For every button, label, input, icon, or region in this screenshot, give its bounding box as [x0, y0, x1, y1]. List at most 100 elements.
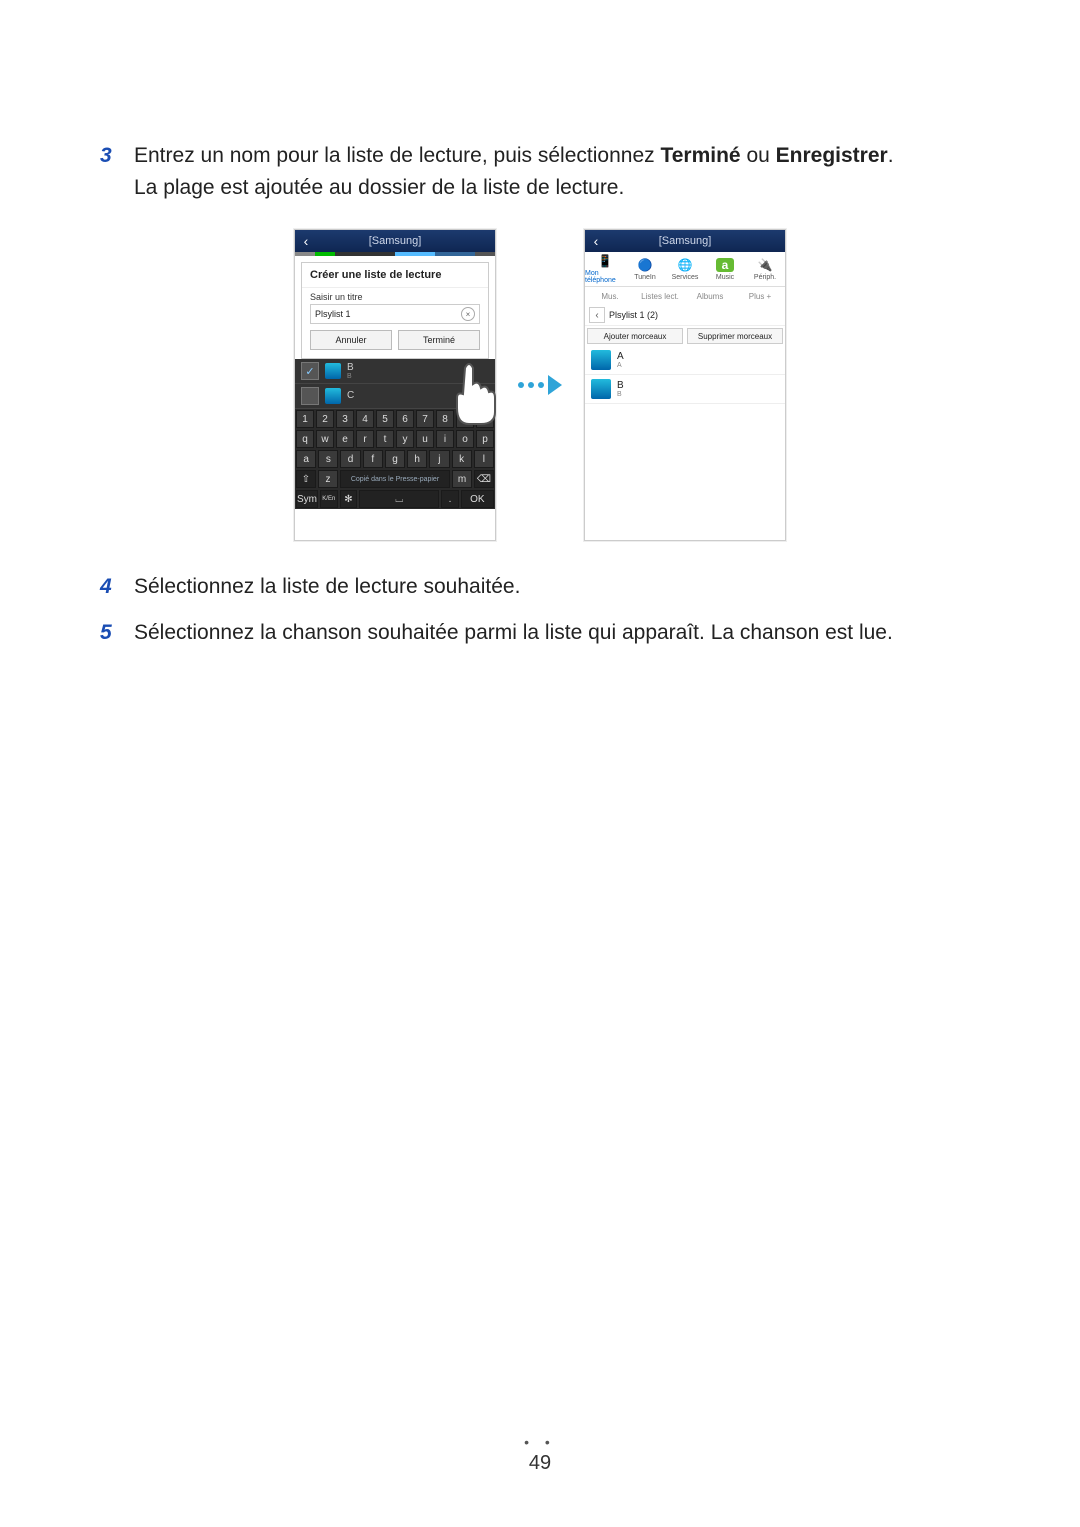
source-row: 📱 Mon téléphone 🔵 TuneIn 🌐 Services aMusic 🔌 Pér…: [585, 252, 785, 287]
source-p-riph-[interactable]: 🔌 Périph.: [745, 252, 785, 286]
step-3: 3 Entrez un nom pour la liste de lecture…: [100, 140, 980, 203]
key-i[interactable]: i: [436, 430, 454, 448]
input-value: Plsylist 1: [315, 309, 351, 319]
phone-right: ‹ [Samsung] 📱 Mon téléphone 🔵 TuneIn 🌐 Servic…: [584, 229, 786, 541]
source-music[interactable]: aMusic: [705, 252, 745, 286]
key-1[interactable]: 1: [296, 410, 314, 428]
flow-arrow-icon: [518, 375, 562, 395]
clipboard-toast: Copié dans le Presse-papier: [340, 470, 450, 488]
tabs-row: Mus.Listes lect.AlbumsPlus +: [585, 287, 785, 305]
key-s[interactable]: s: [318, 450, 338, 468]
clear-input-icon[interactable]: ×: [461, 307, 475, 321]
key-l[interactable]: l: [474, 450, 494, 468]
lang-key[interactable]: K/En: [320, 490, 338, 508]
key-t[interactable]: t: [376, 430, 394, 448]
checkbox-icon[interactable]: ✓: [301, 362, 319, 380]
key-z[interactable]: z: [318, 470, 338, 488]
source-label: Mon téléphone: [585, 270, 625, 284]
key-f[interactable]: f: [363, 450, 383, 468]
key-a[interactable]: a: [296, 450, 316, 468]
key-h[interactable]: h: [407, 450, 427, 468]
key-e[interactable]: e: [336, 430, 354, 448]
key-g[interactable]: g: [385, 450, 405, 468]
titlebar-right: ‹ [Samsung]: [585, 230, 785, 252]
key-y[interactable]: y: [396, 430, 414, 448]
space-key[interactable]: ⌴: [359, 490, 439, 508]
ok-key[interactable]: OK: [461, 490, 494, 508]
backspace-key[interactable]: ⌫: [474, 470, 494, 488]
key-0[interactable]: 0: [476, 410, 494, 428]
key-j[interactable]: j: [429, 450, 449, 468]
source-mon-t-l-phone[interactable]: 📱 Mon téléphone: [585, 252, 625, 286]
step-number: 5: [100, 617, 134, 649]
key-m[interactable]: m: [452, 470, 472, 488]
track-title: C: [347, 390, 354, 401]
key-7[interactable]: 7: [416, 410, 434, 428]
list-item: C: [295, 384, 495, 409]
remove-tracks-button[interactable]: Supprimer morceaux: [687, 328, 783, 344]
key-5[interactable]: 5: [376, 410, 394, 428]
key-8[interactable]: 8: [436, 410, 454, 428]
footer-dots-icon: • •: [0, 1434, 1080, 1450]
source-label: Périph.: [754, 274, 776, 281]
song-title: B: [617, 380, 624, 391]
key-w[interactable]: w: [316, 430, 334, 448]
cancel-button[interactable]: Annuler: [310, 330, 392, 350]
key-6[interactable]: 6: [396, 410, 414, 428]
playlist-name-input[interactable]: Plsylist 1 ×: [310, 304, 480, 324]
step3-or: ou: [741, 144, 776, 167]
source-label: TuneIn: [634, 274, 656, 281]
step-4: 4 Sélectionnez la liste de lecture souha…: [100, 571, 980, 603]
settings-key[interactable]: ✻: [340, 490, 358, 508]
source-icon: 📱: [596, 254, 614, 268]
crumb-back-icon[interactable]: ‹: [589, 307, 605, 323]
album-thumb-icon: [325, 363, 341, 379]
key-u[interactable]: u: [416, 430, 434, 448]
dot-key[interactable]: .: [441, 490, 459, 508]
done-button[interactable]: Terminé: [398, 330, 480, 350]
shift-key[interactable]: ⇧: [296, 470, 316, 488]
key-k[interactable]: k: [452, 450, 472, 468]
source-tunein[interactable]: 🔵 TuneIn: [625, 252, 665, 286]
tab-plus-[interactable]: Plus +: [735, 287, 785, 305]
tab-albums[interactable]: Albums: [685, 287, 735, 305]
key-4[interactable]: 4: [356, 410, 374, 428]
step-text: Sélectionnez la liste de lecture souhait…: [134, 571, 980, 603]
screenshots-row: ‹ [Samsung] Créer une liste de lecture S…: [100, 229, 980, 541]
key-r[interactable]: r: [356, 430, 374, 448]
source-icon: 🔵: [636, 258, 654, 272]
keyboard[interactable]: 1234567890 qwertyuiop asdfghjkl ⇧ z Copi…: [295, 409, 495, 509]
source-services[interactable]: 🌐 Services: [665, 252, 705, 286]
checkbox-icon[interactable]: [301, 387, 319, 405]
sym-key[interactable]: Sym: [296, 490, 318, 508]
tab-mus-[interactable]: Mus.: [585, 287, 635, 305]
create-playlist-modal: Créer une liste de lecture Saisir un tit…: [301, 262, 489, 359]
titlebar-label: [Samsung]: [295, 235, 495, 247]
song-row[interactable]: BB: [585, 375, 785, 404]
titlebar-label: [Samsung]: [585, 235, 785, 247]
source-icon: 🔌: [756, 258, 774, 272]
background-track-list: ✓ BB C: [295, 359, 495, 409]
add-tracks-button[interactable]: Ajouter morceaux: [587, 328, 683, 344]
modal-field-label: Saisir un titre: [302, 288, 488, 304]
song-list: AABB: [585, 346, 785, 404]
key-9[interactable]: 9: [456, 410, 474, 428]
list-item: ✓ BB: [295, 359, 495, 384]
tab-listes-lect-[interactable]: Listes lect.: [635, 287, 685, 305]
crumb-label: Plsylist 1 (2): [609, 310, 658, 320]
key-2[interactable]: 2: [316, 410, 334, 428]
breadcrumb: ‹ Plsylist 1 (2): [585, 305, 785, 326]
key-p[interactable]: p: [476, 430, 494, 448]
song-row[interactable]: AA: [585, 346, 785, 375]
key-o[interactable]: o: [456, 430, 474, 448]
source-label: Services: [672, 274, 699, 281]
song-subtitle: B: [617, 391, 624, 398]
album-thumb-icon: [591, 350, 611, 370]
track-title: B: [347, 362, 354, 373]
step-text: Sélectionnez la chanson souhaitée parmi …: [134, 617, 980, 649]
key-3[interactable]: 3: [336, 410, 354, 428]
key-q[interactable]: q: [296, 430, 314, 448]
key-d[interactable]: d: [340, 450, 360, 468]
step3-line2: La plage est ajoutée au dossier de la li…: [134, 176, 624, 199]
source-icon: 🌐: [676, 258, 694, 272]
